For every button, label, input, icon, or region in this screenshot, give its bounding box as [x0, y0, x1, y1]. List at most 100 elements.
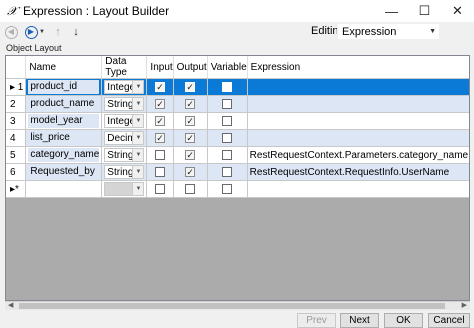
column-header-output[interactable]: Output	[173, 56, 208, 79]
input-checkbox[interactable]: ✓	[155, 116, 166, 126]
output-checkbox[interactable]	[185, 184, 196, 194]
name-cell[interactable]	[25, 180, 103, 198]
data-type-cell[interactable]: ▼	[101, 180, 148, 198]
variable-checkbox[interactable]	[222, 133, 233, 143]
scroll-right-icon[interactable]: ▶	[462, 301, 467, 309]
chevron-down-icon[interactable]: ▼	[132, 132, 144, 144]
data-type-select[interactable]: String ▼	[104, 165, 145, 179]
data-type-select[interactable]: Integer ▼	[104, 80, 145, 94]
data-type-cell[interactable]: Decimal ▼	[101, 129, 148, 147]
output-checkbox[interactable]: ✓	[185, 99, 196, 109]
expression-cell[interactable]: RestRequestContext.RequestInfo.UserName	[247, 163, 469, 181]
variable-cell[interactable]	[207, 146, 248, 164]
chevron-down-icon[interactable]: ▼	[132, 166, 144, 178]
move-up-button[interactable]: ↑	[51, 25, 65, 39]
name-text[interactable]	[28, 182, 100, 196]
back-button[interactable]: ◀	[4, 25, 18, 39]
prev-button[interactable]: Prev	[297, 313, 336, 328]
column-header-input[interactable]: Input	[146, 56, 174, 79]
horizontal-scrollbar[interactable]: ◀ ▶	[5, 301, 470, 310]
output-cell[interactable]: ✓	[173, 163, 208, 181]
variable-cell[interactable]	[207, 129, 248, 147]
data-type-select[interactable]: ▼	[104, 182, 145, 196]
input-cell[interactable]	[146, 163, 174, 181]
name-cell[interactable]: list_price	[25, 129, 103, 147]
input-cell[interactable]	[146, 146, 174, 164]
variable-checkbox[interactable]	[222, 150, 233, 160]
object-layout-grid[interactable]: Name Data Type Input Output Variable Exp…	[5, 55, 470, 301]
expression-cell[interactable]	[247, 95, 469, 113]
row-header[interactable]: ▸*	[6, 180, 27, 198]
table-row[interactable]: 3 model_year Integer ▼ ✓ ✓	[6, 112, 469, 130]
variable-checkbox[interactable]	[222, 116, 233, 126]
output-checkbox[interactable]: ✓	[185, 150, 196, 160]
expression-cell[interactable]	[247, 129, 469, 147]
variable-cell[interactable]	[207, 180, 248, 198]
variable-checkbox[interactable]	[222, 167, 233, 177]
table-row[interactable]: 5 category_name String ▼ ✓ RestRequestContext…	[6, 146, 469, 164]
scroll-left-icon[interactable]: ◀	[8, 301, 13, 309]
data-type-select[interactable]: Decimal ▼	[104, 131, 145, 145]
next-button[interactable]: Next	[340, 313, 379, 328]
minimize-button[interactable]: —	[375, 0, 408, 22]
output-cell[interactable]: ✓	[173, 129, 208, 147]
column-header-data-type[interactable]: Data Type	[101, 56, 148, 79]
input-cell[interactable]	[146, 180, 174, 198]
expression-cell[interactable]	[247, 78, 469, 96]
input-checkbox[interactable]: ✓	[155, 82, 166, 92]
chevron-down-icon[interactable]: ▼	[39, 29, 45, 35]
data-type-cell[interactable]: String ▼	[101, 163, 148, 181]
name-text[interactable]: list_price	[28, 131, 100, 145]
data-type-cell[interactable]: Integer ▼	[101, 78, 148, 96]
row-header[interactable]: 2	[6, 95, 27, 113]
ok-button[interactable]: OK	[384, 313, 423, 328]
name-cell[interactable]: Requested_by	[25, 163, 103, 181]
column-header-variable[interactable]: Variable	[207, 56, 248, 79]
variable-cell[interactable]	[207, 95, 248, 113]
output-checkbox[interactable]: ✓	[185, 133, 196, 143]
output-cell[interactable]: ✓	[173, 95, 208, 113]
input-checkbox[interactable]: ✓	[155, 99, 166, 109]
chevron-down-icon[interactable]: ▼	[132, 149, 144, 161]
row-header[interactable]: 6	[6, 163, 27, 181]
data-type-select[interactable]: String ▼	[104, 148, 145, 162]
table-row[interactable]: 4 list_price Decimal ▼ ✓ ✓	[6, 129, 469, 147]
output-checkbox[interactable]: ✓	[185, 167, 196, 177]
variable-cell[interactable]	[207, 112, 248, 130]
output-cell[interactable]	[173, 180, 208, 198]
variable-checkbox[interactable]	[222, 99, 233, 109]
output-cell[interactable]: ✓	[173, 112, 208, 130]
scrollbar-thumb[interactable]	[19, 303, 445, 309]
variable-cell[interactable]	[207, 78, 248, 96]
input-checkbox[interactable]	[155, 150, 166, 160]
input-cell[interactable]: ✓	[146, 95, 174, 113]
input-cell[interactable]: ✓	[146, 129, 174, 147]
name-text[interactable]: product_id	[28, 80, 100, 94]
editing-select[interactable]: Expression ▼	[337, 23, 440, 40]
data-type-cell[interactable]: String ▼	[101, 95, 148, 113]
row-header[interactable]: ▸ 1	[6, 78, 27, 96]
chevron-down-icon[interactable]: ▼	[132, 183, 144, 195]
output-cell[interactable]: ✓	[173, 146, 208, 164]
name-cell[interactable]: category_name	[25, 146, 103, 164]
name-text[interactable]: category_name	[28, 148, 100, 162]
chevron-down-icon[interactable]: ▼	[132, 81, 144, 93]
input-cell[interactable]: ✓	[146, 112, 174, 130]
name-cell[interactable]: model_year	[25, 112, 103, 130]
column-header-expression[interactable]: Expression	[247, 56, 469, 79]
chevron-down-icon[interactable]: ▼	[132, 98, 144, 110]
maximize-button[interactable]: ☐	[408, 0, 441, 22]
row-header[interactable]: 4	[6, 129, 27, 147]
move-down-button[interactable]: ↓	[69, 25, 83, 39]
data-type-select[interactable]: Integer ▼	[104, 114, 145, 128]
output-checkbox[interactable]: ✓	[185, 82, 196, 92]
variable-checkbox[interactable]	[222, 82, 233, 92]
name-text[interactable]: product_name	[28, 97, 100, 111]
variable-checkbox[interactable]	[222, 184, 233, 194]
input-checkbox[interactable]	[155, 184, 166, 194]
expression-cell[interactable]: RestRequestContext.Parameters.category_n…	[247, 146, 469, 164]
chevron-down-icon[interactable]: ▼	[132, 115, 144, 127]
table-row[interactable]: ▸* ▼	[6, 180, 469, 198]
expression-cell[interactable]	[247, 180, 469, 198]
data-type-select[interactable]: String ▼	[104, 97, 145, 111]
